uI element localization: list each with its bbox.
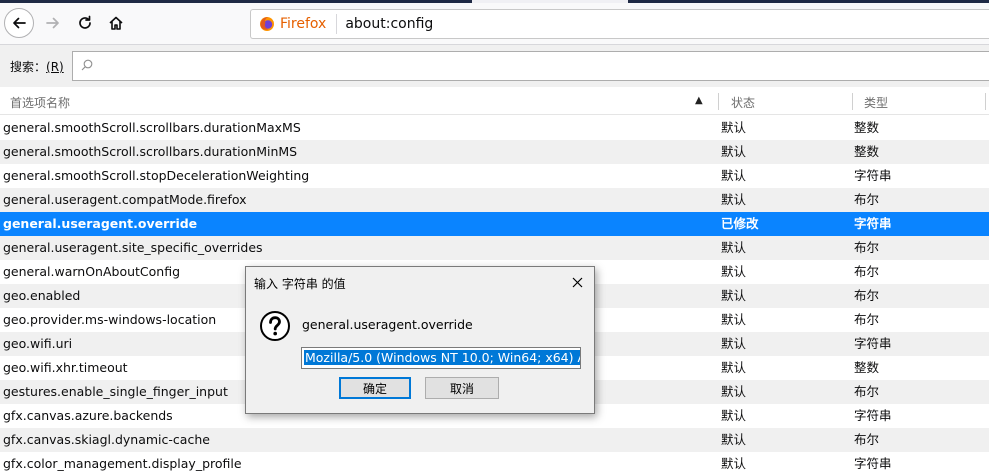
back-button[interactable] (4, 8, 34, 38)
column-header-type[interactable]: 类型 (864, 94, 888, 111)
pref-type: 布尔 (854, 288, 880, 303)
table-row[interactable]: general.useragent.compatMode.firefox 默认 布尔 (0, 188, 989, 212)
pref-type: 布尔 (854, 312, 880, 327)
forward-button[interactable] (38, 8, 68, 38)
table-row[interactable]: general.smoothScroll.scrollbars.duration… (0, 140, 989, 164)
identity-box[interactable]: Firefox (251, 14, 338, 34)
navigation-toolbar: Firefox about:config (0, 3, 989, 45)
url-text[interactable]: about:config (345, 16, 433, 32)
pref-status: 默认 (721, 456, 747, 471)
pref-status: 已修改 (721, 216, 759, 231)
dialog-close-button[interactable] (568, 273, 586, 291)
pref-status: 默认 (721, 192, 747, 207)
search-label: 搜索：(R) (10, 58, 64, 75)
table-row[interactable]: general.useragent.site_specific_override… (0, 236, 989, 260)
pref-name: geo.wifi.uri (3, 336, 73, 351)
pref-type: 整数 (854, 360, 880, 375)
pref-status: 默认 (721, 312, 747, 327)
pref-status: 默认 (721, 384, 747, 399)
search-icon (81, 59, 93, 71)
pref-status: 默认 (721, 336, 747, 351)
pref-type: 字符串 (854, 456, 892, 471)
pref-status: 默认 (721, 264, 747, 279)
search-input[interactable] (72, 51, 989, 81)
cancel-button[interactable]: 取消 (425, 377, 499, 399)
search-row: 搜索：(R) (0, 45, 989, 87)
identity-label: Firefox (280, 16, 327, 32)
column-divider[interactable] (718, 93, 719, 110)
pref-name: general.useragent.compatMode.firefox (3, 192, 247, 207)
table-row[interactable]: general.useragent.override 已修改 字符串 (0, 212, 989, 236)
pref-status: 默认 (721, 240, 747, 255)
search-label-text: 搜索： (10, 60, 47, 74)
pref-status: 默认 (721, 168, 747, 183)
pref-name: general.useragent.override (3, 216, 198, 231)
pref-type: 布尔 (854, 384, 880, 399)
table-row[interactable]: gfx.color_management.display_profile 默认 字符… (0, 452, 989, 476)
pref-name: geo.provider.ms-windows-location (3, 312, 217, 327)
pref-status: 默认 (721, 360, 747, 375)
table-header: 首选项名称 ▲ 状态 类型 (0, 88, 989, 115)
pref-name: gfx.canvas.azure.backends (3, 408, 173, 423)
pref-type: 字符串 (854, 168, 892, 183)
edit-value-dialog: 输入 字符串 的值 general.useragent.override Moz… (245, 266, 595, 414)
pref-name: geo.enabled (3, 288, 81, 303)
question-icon (260, 311, 290, 341)
pref-name: gestures.enable_single_finger_input (3, 384, 228, 399)
table-row[interactable]: general.smoothScroll.scrollbars.duration… (0, 116, 989, 140)
search-accesskey: (R) (46, 60, 64, 74)
pref-name: gfx.color_management.display_profile (3, 456, 242, 471)
pref-status: 默认 (721, 408, 747, 423)
reload-icon (79, 15, 91, 29)
ok-button[interactable]: 确定 (339, 377, 411, 399)
column-header-status[interactable]: 状态 (731, 94, 755, 111)
pref-name: gfx.canvas.skiagl.dynamic-cache (3, 432, 210, 447)
reload-button[interactable] (70, 8, 100, 38)
dialog-title: 输入 字符串 的值 (254, 277, 346, 291)
pref-type: 字符串 (854, 216, 892, 231)
value-input[interactable]: Mozilla/5.0 (Windows NT 10.0; Win64; x64… (301, 347, 581, 369)
column-divider[interactable] (985, 93, 986, 110)
pref-name: general.smoothScroll.stopDecelerationWei… (3, 168, 310, 183)
url-bar[interactable]: Firefox about:config (250, 9, 989, 39)
pref-name: general.smoothScroll.scrollbars.duration… (3, 120, 301, 135)
table-row[interactable]: general.smoothScroll.stopDecelerationWei… (0, 164, 989, 188)
pref-status: 默认 (721, 432, 747, 447)
arrow-right-icon (46, 17, 59, 29)
pref-type: 布尔 (854, 264, 880, 279)
home-button[interactable] (101, 8, 131, 38)
firefox-logo-icon (260, 17, 274, 31)
column-divider[interactable] (852, 93, 853, 110)
pref-name: general.smoothScroll.scrollbars.duration… (3, 144, 298, 159)
pref-type: 整数 (854, 144, 880, 159)
close-icon (572, 277, 582, 287)
sort-ascending-icon: ▲ (695, 95, 703, 106)
pref-type: 字符串 (854, 336, 892, 351)
pref-status: 默认 (721, 288, 747, 303)
pref-type: 布尔 (854, 240, 880, 255)
dialog-message: general.useragent.override (302, 317, 473, 332)
value-input-text: Mozilla/5.0 (Windows NT 10.0; Win64; x64… (304, 350, 580, 365)
pref-type: 字符串 (854, 408, 892, 423)
table-row[interactable]: gfx.canvas.skiagl.dynamic-cache 默认 布尔 (0, 428, 989, 452)
home-icon (109, 16, 123, 30)
pref-type: 布尔 (854, 432, 880, 447)
pref-name: general.useragent.site_specific_override… (3, 240, 263, 255)
arrow-left-icon (13, 17, 26, 29)
pref-name: geo.wifi.xhr.timeout (3, 360, 128, 375)
pref-status: 默认 (721, 144, 747, 159)
pref-type: 布尔 (854, 192, 880, 207)
pref-name: general.warnOnAboutConfig (3, 264, 181, 279)
pref-status: 默认 (721, 120, 747, 135)
pref-type: 整数 (854, 120, 880, 135)
column-header-name[interactable]: 首选项名称 (10, 94, 70, 111)
